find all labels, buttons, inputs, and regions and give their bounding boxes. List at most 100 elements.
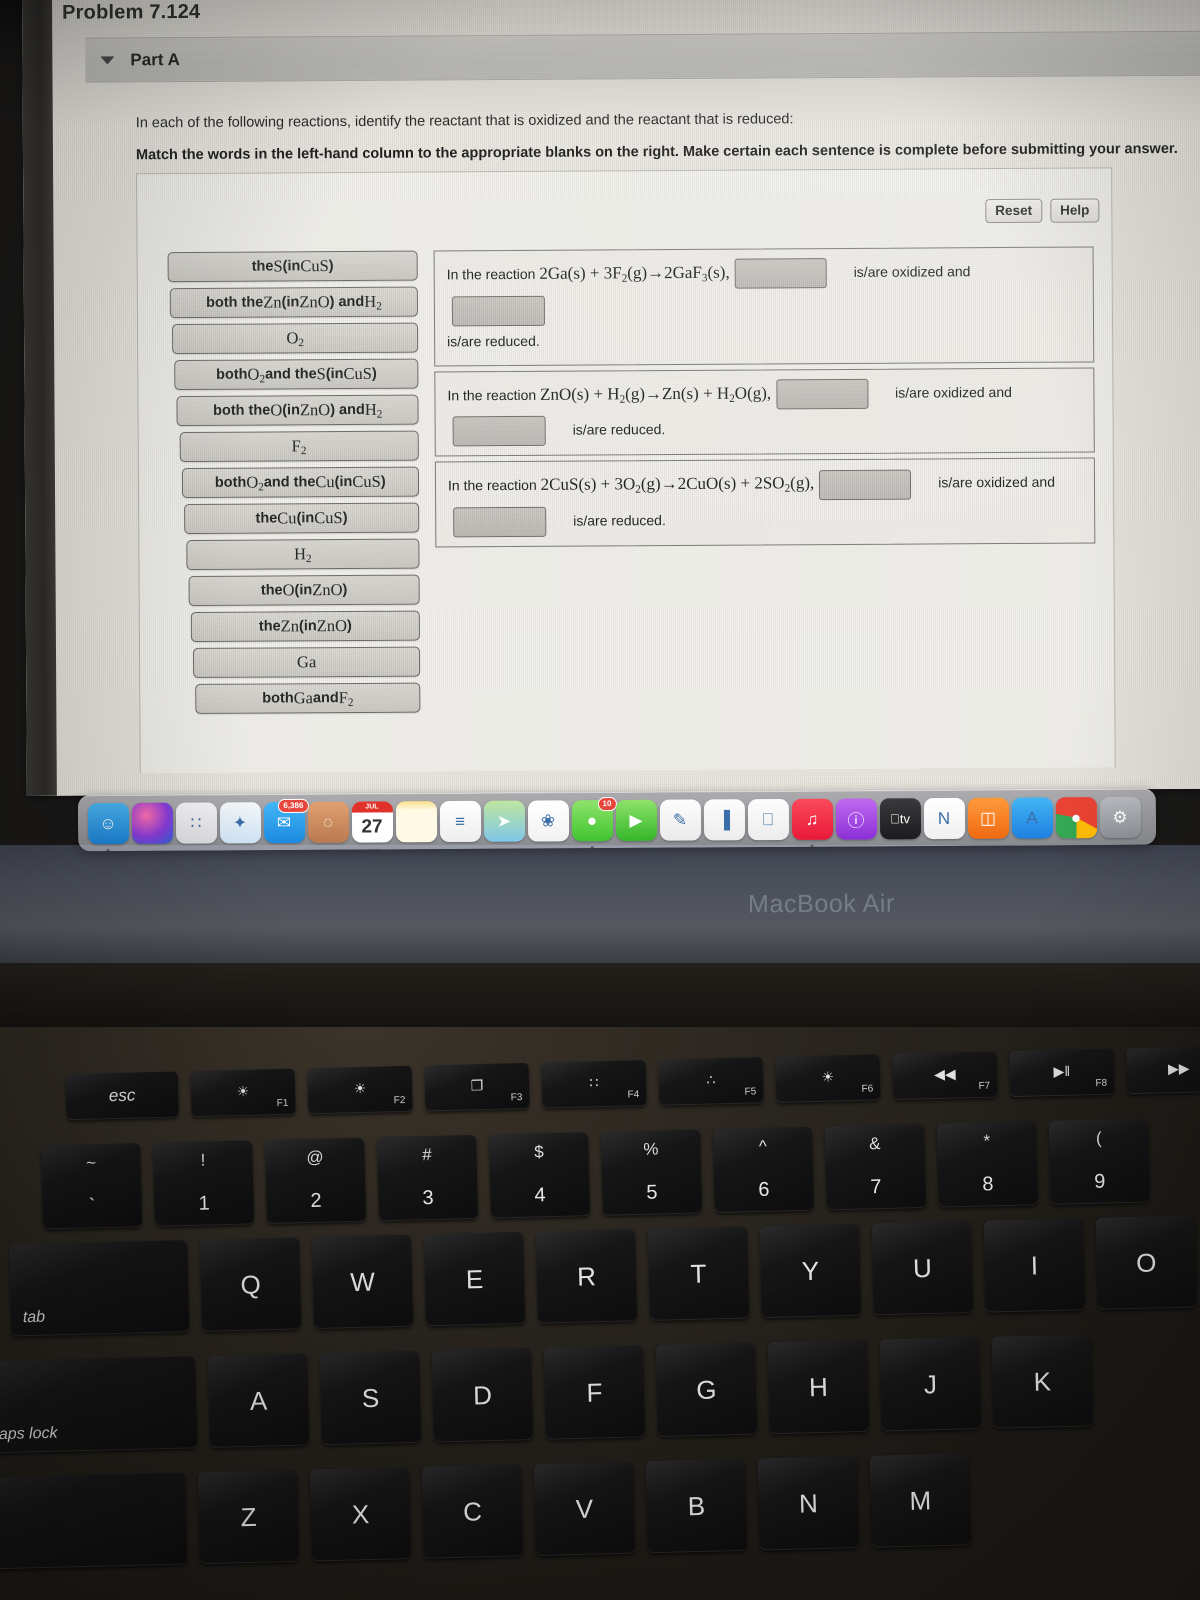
- key-w[interactable]: W: [311, 1234, 414, 1330]
- key-f9[interactable]: ▶▶F9: [1126, 1045, 1200, 1095]
- key-e[interactable]: E: [423, 1231, 526, 1327]
- siri-icon[interactable]: [131, 802, 173, 844]
- key-f4[interactable]: ∷ F4: [541, 1060, 647, 1109]
- keynote-icon[interactable]: ⎕: [747, 798, 789, 841]
- triangle-down-icon[interactable]: [100, 55, 115, 65]
- podcasts-icon[interactable]: ⓘ: [835, 798, 877, 840]
- key-f8[interactable]: ▶‖ F8: [1009, 1048, 1115, 1098]
- key-g[interactable]: G: [655, 1342, 758, 1438]
- key-a[interactable]: A: [207, 1353, 310, 1448]
- key-f6[interactable]: ☀ F6: [775, 1054, 881, 1103]
- key-1[interactable]: ! 1: [153, 1140, 255, 1227]
- key-j[interactable]: J: [879, 1337, 981, 1432]
- reminders-icon[interactable]: ≡: [439, 800, 481, 843]
- messages-icon[interactable]: ● 10: [571, 797, 617, 850]
- key-m[interactable]: M: [869, 1453, 971, 1548]
- word-bank-chip[interactable]: F2: [179, 430, 419, 463]
- finder-icon[interactable]: ☺: [87, 802, 129, 852]
- calendar-icon[interactable]: JUL 27: [351, 801, 393, 843]
- help-button[interactable]: Help: [1049, 198, 1100, 223]
- key-8[interactable]: * 8: [936, 1121, 1038, 1208]
- key-o[interactable]: O: [1095, 1215, 1197, 1310]
- key-esc[interactable]: esc: [65, 1071, 179, 1121]
- word-bank-chip[interactable]: the S (in CuS): [167, 250, 418, 283]
- reset-button[interactable]: Reset: [985, 198, 1043, 224]
- key-n[interactable]: N: [757, 1456, 860, 1551]
- key-s[interactable]: S: [319, 1350, 422, 1446]
- key-i[interactable]: I: [983, 1218, 1085, 1313]
- mail-icon[interactable]: ✉ 6,386: [263, 798, 309, 844]
- appstore-icon[interactable]: A: [1011, 797, 1053, 839]
- key-z[interactable]: Z: [197, 1469, 300, 1565]
- photos-icon[interactable]: ❀: [527, 800, 569, 842]
- answer-blank-reduced[interactable]: [453, 506, 547, 538]
- key-shift[interactable]: shift: [0, 1472, 188, 1571]
- key-x[interactable]: X: [309, 1467, 412, 1562]
- word-bank-chip[interactable]: both the Zn (in ZnO) and H2: [169, 286, 418, 319]
- key-b[interactable]: B: [645, 1458, 748, 1554]
- key-6[interactable]: ^ 6: [712, 1126, 814, 1214]
- key-tab[interactable]: tab: [9, 1240, 190, 1337]
- word-bank-chip[interactable]: the O (in ZnO): [188, 574, 420, 606]
- keyboard[interactable]: esc☀F1☀F2❐F3∷F4∴F5☀F6◀◀F7▶‖F8▶▶F9 ~`!1@2#…: [0, 1045, 1200, 1600]
- answer-blank-reduced[interactable]: [452, 416, 546, 447]
- answer-blank-reduced[interactable]: [451, 295, 546, 327]
- word-bank-chip[interactable]: O2: [172, 322, 419, 355]
- key-f1[interactable]: ☀ F1: [190, 1068, 296, 1118]
- numbers-icon[interactable]: ▐: [703, 799, 745, 841]
- key-3[interactable]: #3: [377, 1134, 479, 1222]
- key-k[interactable]: K: [991, 1334, 1093, 1429]
- macos-dock[interactable]: ☺ ∷✦✉6,386◌JUL27 ≡➤❀●10▶✎▐⎕♫ⓘtvN◫A●⚙: [77, 788, 1157, 852]
- answer-blank-oxidized[interactable]: [734, 258, 827, 289]
- key-q[interactable]: Q: [199, 1237, 302, 1332]
- answer-blank-oxidized[interactable]: [819, 469, 912, 500]
- word-bank-chip[interactable]: both Ga and F2: [195, 682, 421, 714]
- key-lower-label: 4: [534, 1184, 546, 1207]
- word-bank-chip[interactable]: both the O (in ZnO) and H2: [176, 394, 419, 427]
- key-t[interactable]: T: [647, 1226, 750, 1321]
- key-label: caps lock: [0, 1424, 58, 1444]
- key-h[interactable]: H: [767, 1339, 870, 1435]
- key-c[interactable]: C: [421, 1464, 524, 1559]
- word-bank-chip[interactable]: both O2 and the Cu (in CuS): [181, 466, 420, 499]
- key-f7[interactable]: ◀◀ F7: [892, 1051, 998, 1101]
- word-bank-chip[interactable]: the Zn (in ZnO): [190, 610, 420, 642]
- key-v[interactable]: V: [533, 1461, 636, 1557]
- key-y[interactable]: Y: [759, 1223, 862, 1319]
- reaction-equation: ZnO(s) + H2(g)→Zn(s) + H2O(g),: [540, 383, 772, 406]
- maps-icon[interactable]: ➤: [483, 800, 525, 842]
- safari-icon[interactable]: ✦: [219, 802, 261, 844]
- key-2[interactable]: @2: [265, 1137, 367, 1225]
- appletv-icon[interactable]: tv: [879, 798, 921, 840]
- contacts-icon[interactable]: ◌: [307, 801, 349, 843]
- key-f5[interactable]: ∴ F5: [658, 1057, 764, 1106]
- key-7[interactable]: & 7: [824, 1123, 926, 1211]
- part-a-header[interactable]: Part A: [85, 30, 1200, 83]
- system-preferences-icon[interactable]: ⚙: [1099, 796, 1141, 839]
- key-5[interactable]: % 5: [600, 1129, 702, 1216]
- launchpad-icon[interactable]: ∷: [175, 802, 217, 844]
- word-bank-chip[interactable]: the Cu (in CuS): [183, 502, 420, 535]
- answer-blank-oxidized[interactable]: [776, 378, 869, 410]
- key-r[interactable]: R: [535, 1229, 638, 1324]
- key-`[interactable]: ~ `: [41, 1143, 143, 1230]
- key-4[interactable]: $4: [489, 1132, 591, 1219]
- chrome-icon[interactable]: ●: [1055, 797, 1097, 839]
- facetime-icon[interactable]: ▶: [615, 799, 657, 842]
- word-bank-chip[interactable]: Ga: [193, 646, 421, 678]
- books-icon[interactable]: ◫: [967, 797, 1009, 839]
- word-bank-chip[interactable]: both O2 and the S (in CuS): [174, 358, 419, 391]
- key-d[interactable]: D: [431, 1348, 534, 1443]
- laptop-photo-scene: Problem 7.124 Part A In each of the foll…: [0, 0, 1200, 1600]
- key-9[interactable]: (9: [1048, 1118, 1150, 1205]
- key-u[interactable]: U: [871, 1220, 974, 1316]
- word-bank-chip[interactable]: H2: [186, 538, 420, 571]
- key-caps-lock[interactable]: caps lock: [0, 1356, 198, 1454]
- news-icon[interactable]: N: [923, 797, 965, 840]
- key-f2[interactable]: ☀ F2: [307, 1065, 413, 1115]
- pages-icon[interactable]: ✎: [659, 799, 701, 841]
- notes-icon[interactable]: [395, 801, 437, 843]
- music-icon[interactable]: ♫: [791, 798, 833, 848]
- key-f[interactable]: F: [543, 1345, 646, 1440]
- key-f3[interactable]: ❐ F3: [424, 1062, 530, 1112]
